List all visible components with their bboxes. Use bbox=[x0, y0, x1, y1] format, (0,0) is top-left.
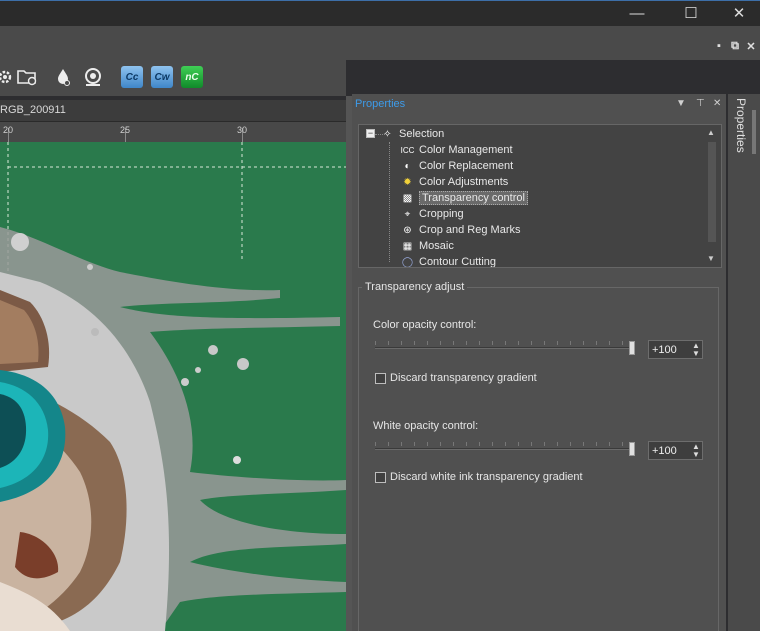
tree-item-color-management[interactable]: ICC Color Management bbox=[401, 142, 513, 158]
tree-item-mosaic[interactable]: ▦ Mosaic bbox=[401, 238, 454, 254]
minimize-icon[interactable]: — bbox=[614, 0, 660, 26]
tree-item-color-adjustments[interactable]: ✹ Color Adjustments bbox=[401, 174, 508, 190]
close-icon[interactable]: ✕ bbox=[716, 0, 760, 26]
tree-item-color-replacement[interactable]: ◐ Color Replacement bbox=[401, 158, 513, 174]
document-tab-label: RGB_200911 bbox=[0, 104, 66, 116]
checkbox-box[interactable] bbox=[375, 372, 386, 384]
settings-icon[interactable] bbox=[0, 66, 16, 88]
white-opacity-stepper[interactable]: +100 ▲ ▼ bbox=[648, 441, 703, 460]
tree-item-selection[interactable]: ✧ Selection bbox=[381, 126, 444, 142]
menu-row bbox=[0, 26, 760, 60]
scroll-thumb[interactable] bbox=[708, 142, 716, 242]
horizontal-ruler: 20 25 30 bbox=[0, 122, 346, 142]
discard-white-transparency-checkbox[interactable]: Discard white ink transparency gradient bbox=[375, 471, 583, 483]
white-opacity-value[interactable]: +100 bbox=[649, 445, 690, 457]
properties-side-tab[interactable] bbox=[728, 94, 760, 631]
checkbox-box[interactable] bbox=[375, 471, 386, 483]
scroll-up-icon[interactable]: ▲ bbox=[707, 128, 715, 137]
tree-item-contour-cutting[interactable]: ◯ Contour Cutting bbox=[401, 254, 496, 268]
cc-button[interactable]: Cc bbox=[121, 66, 143, 88]
white-opacity-label: White opacity control: bbox=[373, 420, 479, 432]
color-replacement-icon: ◐ bbox=[404, 160, 411, 172]
ruler-label: 25 bbox=[120, 125, 131, 135]
tree-item-crop-reg-marks[interactable]: ⊛ Crop and Reg Marks bbox=[401, 222, 520, 238]
ruler-label: 30 bbox=[237, 125, 248, 135]
tree-item-cropping[interactable]: ⌖ Cropping bbox=[401, 206, 464, 222]
folder-sync-icon[interactable] bbox=[16, 66, 38, 88]
color-opacity-stepper[interactable]: +100 ▲ ▼ bbox=[648, 340, 703, 359]
color-opacity-value[interactable]: +100 bbox=[649, 344, 690, 356]
side-tab-label: Properties bbox=[734, 98, 748, 153]
icc-icon: ICC bbox=[400, 145, 415, 155]
color-adjustments-icon: ✹ bbox=[403, 176, 412, 188]
cw-button[interactable]: Cw bbox=[151, 66, 173, 88]
reg-marks-icon: ⊛ bbox=[403, 224, 412, 236]
ink-drop-icon[interactable] bbox=[52, 66, 74, 88]
scroll-down-icon[interactable]: ▼ bbox=[707, 254, 715, 263]
color-opacity-thumb[interactable] bbox=[629, 341, 635, 355]
discard-transparency-checkbox[interactable]: Discard transparency gradient bbox=[375, 372, 537, 384]
crop-icon: ⌖ bbox=[404, 208, 411, 220]
side-scroll-strip[interactable] bbox=[752, 110, 756, 154]
feature-tree: − ✧ Selection ICC Color Management ◐ Col… bbox=[358, 124, 722, 268]
spot-color-icon[interactable] bbox=[82, 66, 104, 88]
close-document-icon[interactable]: ✕ bbox=[744, 39, 758, 53]
nc-button[interactable]: nC bbox=[181, 66, 203, 88]
pin-icon[interactable]: ▪ bbox=[712, 39, 726, 53]
color-opacity-slider[interactable] bbox=[375, 341, 635, 355]
white-opacity-thumb[interactable] bbox=[629, 442, 635, 456]
contour-cutting-icon: ◯ bbox=[401, 256, 414, 268]
design-canvas[interactable] bbox=[0, 142, 346, 631]
color-opacity-label: Color opacity control: bbox=[373, 319, 477, 331]
artwork-image bbox=[0, 142, 346, 631]
panel-title: Properties bbox=[355, 98, 406, 110]
transparency-icon: ▩ bbox=[402, 192, 413, 204]
selection-icon: ✧ bbox=[383, 128, 392, 140]
tree-item-transparency-control[interactable]: ▩ Transparency control bbox=[401, 190, 528, 206]
white-opacity-slider[interactable] bbox=[375, 442, 635, 456]
collapse-icon[interactable]: − bbox=[366, 129, 375, 138]
ruler-label: 20 bbox=[3, 125, 14, 135]
mosaic-icon: ▦ bbox=[402, 240, 413, 252]
group-title: Transparency adjust bbox=[362, 281, 468, 293]
maximize-icon[interactable]: ☐ bbox=[668, 0, 714, 26]
restore-icon[interactable]: ⧉ bbox=[728, 39, 742, 53]
panel-pin-icon[interactable]: ⊤ bbox=[696, 98, 705, 109]
stepper-arrows-icon[interactable]: ▲ ▼ bbox=[690, 341, 702, 358]
tree-scrollbar[interactable]: ▲ ▼ bbox=[704, 126, 720, 266]
stepper-arrows-icon[interactable]: ▲ ▼ bbox=[690, 442, 702, 459]
panel-menu-icon[interactable]: ▼ bbox=[676, 98, 686, 109]
panel-close-icon[interactable]: ✕ bbox=[713, 98, 721, 109]
document-tab[interactable]: RGB_200911 bbox=[0, 100, 346, 122]
